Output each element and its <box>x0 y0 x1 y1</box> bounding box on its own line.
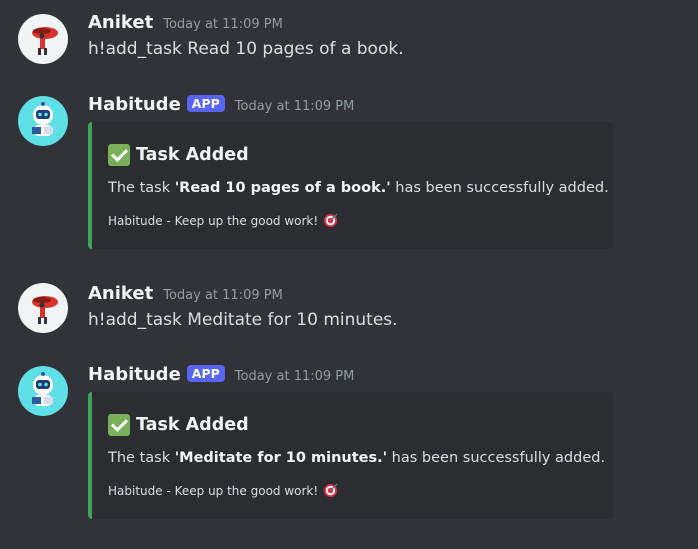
author-name[interactable]: Aniket <box>88 283 153 304</box>
avatar[interactable] <box>18 366 68 416</box>
message-header: Habitude APP Today at 11:09 PM <box>88 364 354 385</box>
embed-task-name: 'Read 10 pages of a book.' <box>174 180 391 196</box>
chat-messages: Aniket Today at 11:09 PM h!add_task Read… <box>0 0 698 549</box>
message-header: Aniket Today at 11:09 PM <box>88 283 283 304</box>
embed-footer: Habitude - Keep up the good work! <box>108 483 338 498</box>
author-name[interactable]: Habitude <box>88 94 181 115</box>
embed-footer-text: Habitude - Keep up the good work! <box>108 483 319 498</box>
author-name[interactable]: Habitude <box>88 364 181 385</box>
check-mark-icon <box>108 144 130 166</box>
embed-desc-suffix: has been successfully added. <box>390 180 609 196</box>
akira-avatar-icon <box>32 27 58 55</box>
message-header: Aniket Today at 11:09 PM <box>88 12 283 33</box>
timestamp[interactable]: Today at 11:09 PM <box>235 369 355 384</box>
robot-avatar-icon <box>32 372 53 406</box>
timestamp[interactable]: Today at 11:09 PM <box>235 99 355 114</box>
avatar[interactable] <box>18 96 68 146</box>
embed-title: Task Added <box>108 144 249 166</box>
embed-footer-text: Habitude - Keep up the good work! <box>108 213 319 228</box>
embed-card: Task Added The task 'Meditate for 10 min… <box>88 392 613 519</box>
embed-footer: Habitude - Keep up the good work! <box>108 213 338 228</box>
message-bot: Habitude APP Today at 11:09 PM Task Adde… <box>0 94 698 254</box>
message-header: Habitude APP Today at 11:09 PM <box>88 94 354 115</box>
avatar[interactable] <box>18 283 68 333</box>
embed-card: Task Added The task 'Read 10 pages of a … <box>88 122 613 249</box>
message-content: h!add_task Read 10 pages of a book. <box>88 39 404 59</box>
message-bot: Habitude APP Today at 11:09 PM Task Adde… <box>0 364 698 524</box>
embed-description: The task 'Meditate for 10 minutes.' has … <box>108 450 605 466</box>
timestamp[interactable]: Today at 11:09 PM <box>163 17 283 32</box>
author-name[interactable]: Aniket <box>88 12 153 33</box>
robot-avatar-icon <box>32 102 53 136</box>
embed-desc-suffix: has been successfully added. <box>387 450 606 466</box>
akira-avatar-icon <box>32 296 58 324</box>
app-badge: APP <box>186 365 225 382</box>
embed-desc-prefix: The task <box>108 450 175 466</box>
avatar[interactable] <box>18 14 68 64</box>
embed-title: Task Added <box>108 414 249 436</box>
message-content: h!add_task Meditate for 10 minutes. <box>88 310 398 330</box>
app-badge: APP <box>186 95 225 112</box>
check-mark-icon <box>108 414 130 436</box>
message-user: Aniket Today at 11:09 PM h!add_task Read… <box>0 12 698 72</box>
embed-desc-prefix: The task <box>108 180 175 196</box>
embed-description: The task 'Read 10 pages of a book.' has … <box>108 180 609 196</box>
target-icon <box>323 213 338 228</box>
embed-title-text: Task Added <box>136 145 249 165</box>
message-user: Aniket Today at 11:09 PM h!add_task Medi… <box>0 283 698 343</box>
embed-task-name: 'Meditate for 10 minutes.' <box>174 450 388 466</box>
timestamp[interactable]: Today at 11:09 PM <box>163 288 283 303</box>
embed-title-text: Task Added <box>136 415 249 435</box>
target-icon <box>323 483 338 498</box>
